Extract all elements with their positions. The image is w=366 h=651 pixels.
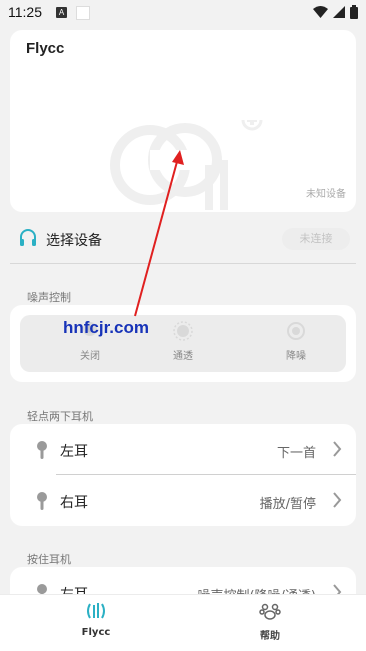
tab-flycc-icon	[87, 603, 105, 619]
tab-flycc[interactable]: Flycc	[56, 601, 136, 638]
tab-label: Flycc	[81, 627, 111, 638]
bottom-tab-bar: Flycc 帮助	[0, 594, 366, 651]
tab-help[interactable]: 帮助	[230, 601, 310, 642]
annotation-arrow-icon	[134, 150, 184, 317]
tab-label: 帮助	[260, 631, 280, 642]
tab-help-icon	[259, 603, 281, 620]
